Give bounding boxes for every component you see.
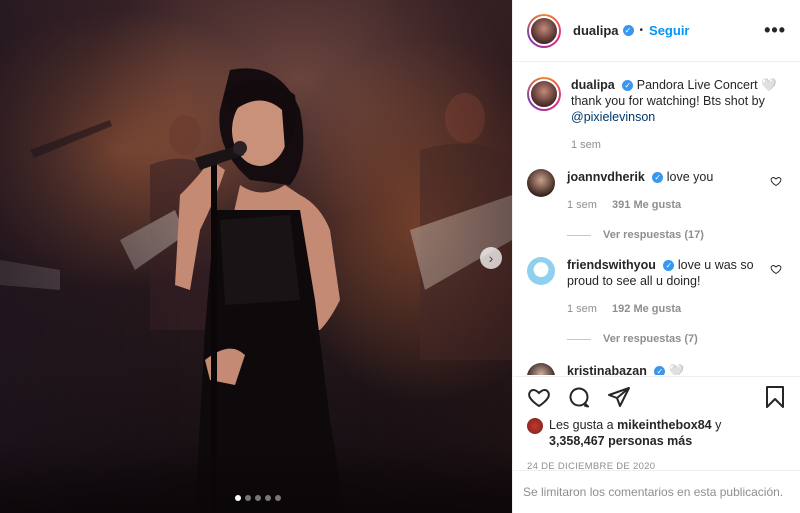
- comment-item: kristinabazan ✓ 🤍: [527, 363, 786, 375]
- comment-username[interactable]: friendswithyou: [567, 258, 656, 272]
- verified-badge-icon: ✓: [652, 172, 664, 184]
- caption-time: 1 sem: [571, 139, 601, 151]
- likes-prefix: Les gusta a: [549, 418, 614, 432]
- post-side-panel: dualipa ✓ • Seguir ••• dualipa ✓ Pandora…: [512, 0, 800, 513]
- liker-avatar[interactable]: [527, 418, 543, 434]
- carousel-dot: [235, 495, 241, 501]
- verified-badge-icon: ✓: [654, 366, 666, 375]
- share-icon[interactable]: [607, 385, 631, 409]
- comment-like-heart-icon[interactable]: [770, 263, 782, 275]
- comment-like-heart-icon[interactable]: [770, 175, 782, 187]
- follow-button[interactable]: Seguir: [649, 23, 689, 38]
- comment-avatar[interactable]: [527, 169, 555, 197]
- comment-item: joannvdherik ✓ love you 1 sem 391 Me gus…: [527, 169, 786, 213]
- view-replies-label: Ver respuestas (17): [603, 229, 704, 241]
- heart-icon[interactable]: [527, 385, 551, 409]
- header-username[interactable]: dualipa: [573, 23, 619, 38]
- bookmark-icon[interactable]: [764, 385, 786, 409]
- carousel-dot: [265, 495, 271, 501]
- comment-time: 1 sem: [567, 303, 597, 315]
- comment-time: 1 sem: [567, 199, 597, 211]
- more-options-icon[interactable]: •••: [764, 20, 786, 41]
- comment-text: love you: [666, 170, 714, 184]
- carousel-dot: [255, 495, 261, 501]
- comment-likes[interactable]: 391 Me gusta: [612, 199, 681, 211]
- header-separator: •: [639, 25, 644, 36]
- avatar[interactable]: [527, 13, 561, 48]
- post-media[interactable]: ›: [0, 0, 512, 513]
- likes-user[interactable]: mikeinthebox84: [617, 418, 711, 432]
- caption: dualipa ✓ Pandora Live Concert 🤍 thank y…: [527, 77, 786, 153]
- comment-avatar[interactable]: [527, 363, 555, 375]
- next-slide-button[interactable]: ›: [480, 247, 502, 269]
- carousel-dots: [235, 495, 281, 501]
- view-replies-button[interactable]: Ver respuestas (17): [567, 229, 786, 241]
- media-overlay: [0, 0, 512, 513]
- post-header: dualipa ✓ • Seguir •••: [513, 0, 800, 62]
- likes-summary: Les gusta a mikeinthebox84 y 3,358,467 p…: [527, 417, 786, 449]
- comment-icon[interactable]: [567, 385, 591, 409]
- carousel-dot: [245, 495, 251, 501]
- caption-mention[interactable]: @pixielevinson: [571, 110, 655, 124]
- post-actions: Les gusta a mikeinthebox84 y 3,358,467 p…: [513, 376, 800, 472]
- caption-avatar[interactable]: [527, 77, 561, 111]
- comment-username[interactable]: joannvdherik: [567, 170, 645, 184]
- verified-badge-icon: ✓: [622, 80, 634, 92]
- comments-section[interactable]: dualipa ✓ Pandora Live Concert 🤍 thank y…: [513, 63, 800, 375]
- comment-likes[interactable]: 192 Me gusta: [612, 303, 681, 315]
- likes-count[interactable]: 3,358,467 personas más: [549, 434, 692, 448]
- comment-text: 🤍: [668, 364, 685, 375]
- carousel-dot: [275, 495, 281, 501]
- comment-meta: 1 sem 192 Me gusta: [567, 301, 757, 317]
- comments-closed-notice: Se limitaron los comentarios en esta pub…: [513, 470, 800, 513]
- comment-item: friendswithyou ✓ love u was so proud to …: [527, 257, 786, 317]
- caption-username[interactable]: dualipa: [571, 78, 615, 92]
- action-bar: [527, 377, 786, 417]
- verified-badge-icon: ✓: [663, 260, 675, 272]
- view-replies-label: Ver respuestas (7): [603, 333, 698, 345]
- likes-connector: y: [715, 418, 722, 432]
- comment-meta: 1 sem 391 Me gusta: [567, 197, 713, 213]
- verified-badge-icon: ✓: [622, 25, 634, 36]
- chevron-right-icon: ›: [488, 250, 494, 266]
- stage-shadow: [0, 443, 512, 513]
- view-replies-button[interactable]: Ver respuestas (7): [567, 333, 786, 345]
- comment-username[interactable]: kristinabazan: [567, 364, 647, 375]
- comment-avatar[interactable]: [527, 257, 555, 285]
